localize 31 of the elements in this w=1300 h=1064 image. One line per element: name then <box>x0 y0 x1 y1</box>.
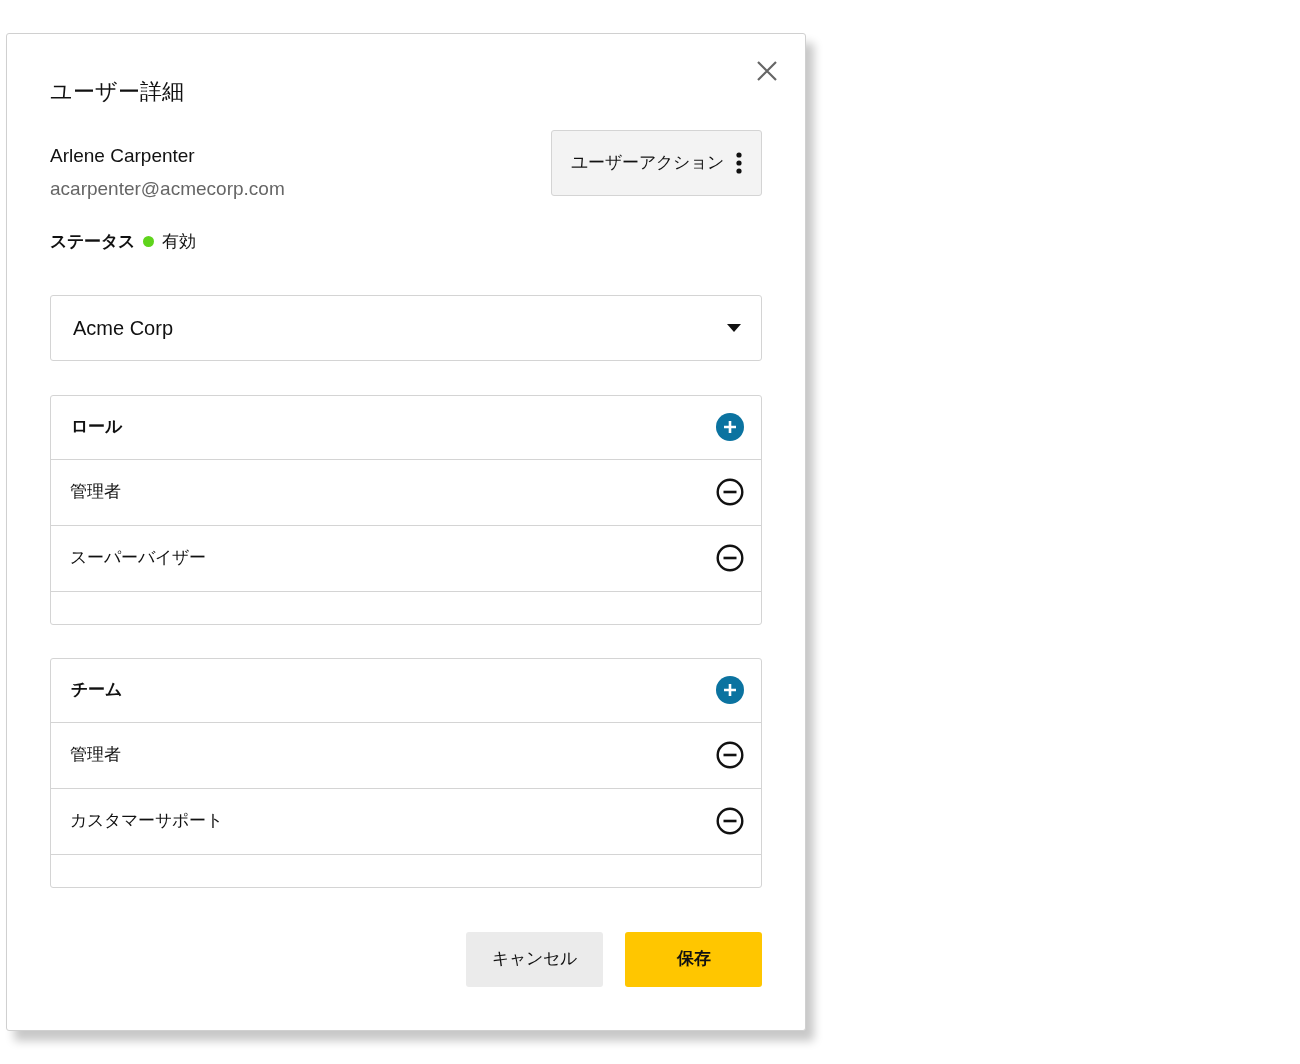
user-email: acarpenter@acmecorp.com <box>50 177 285 201</box>
list-item-label: 管理者 <box>70 744 121 767</box>
dialog-title: ユーザー詳細 <box>50 78 185 106</box>
user-actions-button[interactable]: ユーザーアクション <box>551 130 762 196</box>
cancel-button[interactable]: キャンセル <box>466 931 603 987</box>
user-name: Arlene Carpenter <box>50 144 196 168</box>
list-item-label: 管理者 <box>70 481 121 504</box>
organization-dropdown[interactable]: Acme Corp <box>50 294 762 361</box>
status-label: ステータス <box>50 231 135 253</box>
plus-icon <box>723 683 737 697</box>
plus-icon <box>723 420 737 434</box>
minus-circle-icon <box>716 544 744 572</box>
minus-circle-icon <box>716 478 744 506</box>
remove-button[interactable] <box>716 544 744 572</box>
close-icon <box>757 61 777 81</box>
section-title: ロール <box>71 416 122 439</box>
minus-circle-icon <box>716 741 744 769</box>
remove-button[interactable] <box>716 741 744 769</box>
minus-circle-icon <box>716 807 744 835</box>
list-item-label: スーパーバイザー <box>70 547 206 570</box>
close-button[interactable] <box>756 60 778 82</box>
status-value: 有効 <box>162 231 196 253</box>
more-vertical-icon <box>736 152 742 174</box>
caret-icon <box>727 323 741 332</box>
section-title: チーム <box>71 679 122 702</box>
remove-button[interactable] <box>716 478 744 506</box>
add-button[interactable] <box>716 413 744 441</box>
remove-button[interactable] <box>716 807 744 835</box>
save-button[interactable]: 保存 <box>625 931 762 987</box>
add-button[interactable] <box>716 676 744 704</box>
list-item-label: カスタマーサポート <box>70 810 223 833</box>
